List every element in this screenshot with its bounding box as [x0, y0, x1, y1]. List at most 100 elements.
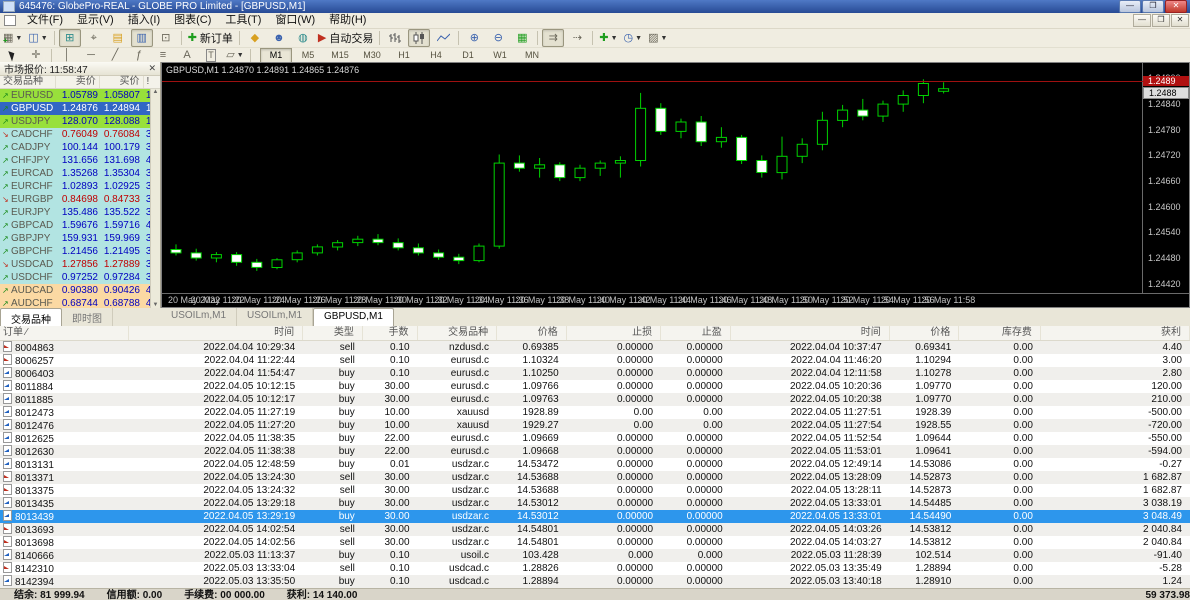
market-watch-row-gbpjpy[interactable]: ↗GBPJPY159.931159.96938 — [0, 232, 160, 245]
navigator-button[interactable]: ▤ — [107, 29, 129, 47]
data-window-button[interactable]: ⌖ — [83, 29, 105, 47]
market-watch-row-gbpusd[interactable]: ↗GBPUSD1.248761.2489418 — [0, 102, 160, 115]
child-minimize-button[interactable]: — — [1133, 14, 1151, 27]
candlestick-button[interactable] — [408, 29, 430, 47]
periods-button[interactable]: ◷▼ — [622, 29, 645, 47]
market-watch-tab-symbols[interactable]: 交易品种 — [0, 308, 62, 326]
market-watch-row-usdjpy[interactable]: ↗USDJPY128.070128.08818 — [0, 115, 160, 128]
terminal-toggle[interactable]: ▥ — [131, 29, 153, 47]
order-row-8013693[interactable]: 80136932022.04.05 14:02:54sell30.00usdza… — [0, 523, 1190, 536]
market-watch-row-eurchf[interactable]: ↗EURCHF1.028931.0292532 — [0, 180, 160, 193]
scroll-up-icon[interactable]: ▲ — [153, 89, 159, 95]
order-row-8013375[interactable]: 80133752022.04.05 13:24:32sell30.00usdza… — [0, 484, 1190, 497]
order-row-8013435[interactable]: 80134352022.04.05 13:29:18buy30.00usdzar… — [0, 497, 1190, 510]
menu-文件F[interactable]: 文件(F) — [20, 13, 70, 28]
market-watch-row-eurjpy[interactable]: ↗EURJPY135.486135.52236 — [0, 206, 160, 219]
zoom-out-button[interactable]: ⊖ — [487, 29, 509, 47]
market-watch-row-eurgbp[interactable]: ↘EURGBP0.846980.8473335 — [0, 193, 160, 206]
orders-col-9[interactable]: 价格 — [890, 326, 960, 340]
col-symbol[interactable]: 交易品种 — [0, 76, 56, 88]
templates-button[interactable]: ▨▼ — [646, 29, 669, 47]
market-watch-row-audcad[interactable]: ↗AUDCAD0.903800.9042646 — [0, 284, 160, 297]
market-watch-row-audchf[interactable]: ↗AUDCHF0.687440.6878844 — [0, 297, 160, 308]
indicators-button[interactable]: ✚▼ — [597, 29, 619, 47]
minimize-button[interactable]: — — [1119, 0, 1141, 13]
market-watch-close-icon[interactable]: ✕ — [148, 63, 156, 74]
profiles-button[interactable]: ◫▼ — [26, 29, 49, 47]
order-row-8012473[interactable]: 80124732022.04.05 11:27:19buy10.00xauusd… — [0, 406, 1190, 419]
chart-plot[interactable]: GBPUSD,M1 1.24870 1.24891 1.24865 1.2487… — [162, 63, 1144, 294]
order-row-8142394[interactable]: 81423942022.05.03 13:35:50buy0.10usdcad.… — [0, 575, 1190, 588]
market-watch-tab-tick-chart[interactable]: 即时图 — [62, 308, 113, 326]
order-row-8012625[interactable]: 80126252022.04.05 11:38:35buy22.00eurusd… — [0, 432, 1190, 445]
menu-工具T[interactable]: 工具(T) — [218, 13, 268, 28]
order-row-8012630[interactable]: 80126302022.04.05 11:38:38buy22.00eurusd… — [0, 445, 1190, 458]
market-watch-toggle[interactable]: ⊞ — [59, 29, 81, 47]
orders-col-5[interactable]: 价格 — [497, 326, 567, 340]
orders-col-11[interactable]: 获利 — [1041, 326, 1190, 340]
market-watch-row-cadchf[interactable]: ↘CADCHF0.760490.7608435 — [0, 128, 160, 141]
market-watch-scrollbar[interactable]: ▲▼ — [150, 89, 160, 308]
market-watch-row-chfjpy[interactable]: ↗CHFJPY131.656131.69842 — [0, 154, 160, 167]
orders-col-0[interactable]: 订单 ∕ — [0, 326, 129, 340]
menu-插入I[interactable]: 插入(I) — [121, 13, 167, 28]
menu-图表C[interactable]: 图表(C) — [167, 13, 218, 28]
chart-shift-toggle[interactable]: ⇢ — [566, 29, 588, 47]
chart-tab-1[interactable]: USOILm,M1 — [237, 308, 313, 326]
orders-col-7[interactable]: 止盈 — [661, 326, 731, 340]
orders-col-8[interactable]: 时间 — [731, 326, 890, 340]
orders-col-3[interactable]: 手数 — [363, 326, 418, 340]
bar-chart-button[interactable] — [384, 29, 406, 47]
order-row-8142310[interactable]: 81423102022.05.03 13:33:04sell0.10usdcad… — [0, 562, 1190, 575]
order-row-8013371[interactable]: 80133712022.04.05 13:24:30sell30.00usdza… — [0, 471, 1190, 484]
market-watch-row-gbpchf[interactable]: ↗GBPCHF1.214561.2149539 — [0, 245, 160, 258]
tile-windows-button[interactable]: ▦ — [511, 29, 533, 47]
experts-button[interactable]: ☻ — [268, 29, 290, 47]
strategy-tester-button[interactable]: ⊡ — [155, 29, 177, 47]
col-ask[interactable]: 买价 — [100, 76, 144, 88]
menu-窗口W[interactable]: 窗口(W) — [268, 13, 322, 28]
child-close-button[interactable]: ✕ — [1171, 14, 1189, 27]
child-restore-button[interactable]: ❐ — [1152, 14, 1170, 27]
market-watch-row-eurusd[interactable]: ↗EURUSD1.057891.0580718 — [0, 89, 160, 102]
new-chart-button[interactable]: ▦+▼ — [1, 29, 24, 47]
line-chart-button[interactable] — [432, 29, 454, 47]
col-spread[interactable]: ! — [144, 76, 161, 88]
orders-col-10[interactable]: 库存费 — [959, 326, 1041, 340]
order-row-8011885[interactable]: 80118852022.04.05 10:12:17buy30.00eurusd… — [0, 393, 1190, 406]
autotrading-button[interactable]: ▶自动交易 — [316, 29, 375, 47]
order-row-8006257[interactable]: 80062572022.04.04 11:22:44sell0.10eurusd… — [0, 354, 1190, 367]
market-watch-row-eurcad[interactable]: ↗EURCAD1.352681.3530436 — [0, 167, 160, 180]
market-watch-row-cadjpy[interactable]: ↗CADJPY100.144100.17935 — [0, 141, 160, 154]
orders-col-1[interactable]: 时间 — [129, 326, 303, 340]
menu-帮助H[interactable]: 帮助(H) — [322, 13, 373, 28]
order-row-8140666[interactable]: 81406662022.05.03 11:13:37buy0.10usoil.c… — [0, 549, 1190, 562]
order-row-8013131[interactable]: 80131312022.04.05 12:48:59buy0.01usdzar.… — [0, 458, 1190, 471]
restore-button[interactable]: ❐ — [1142, 0, 1164, 13]
orders-col-6[interactable]: 止损 — [567, 326, 661, 340]
auto-scroll-toggle[interactable]: ⇉ — [542, 29, 564, 47]
market-watch-row-usdchf[interactable]: ↗USDCHF0.972520.9728432 — [0, 271, 160, 284]
order-row-8011884[interactable]: 80118842022.04.05 10:12:15buy30.00eurusd… — [0, 380, 1190, 393]
orders-col-2[interactable]: 类型 — [303, 326, 363, 340]
order-row-8013439[interactable]: 80134392022.04.05 13:29:19buy30.00usdzar… — [0, 510, 1190, 523]
time-axis[interactable]: 20 May 202220 May 11:2220 May 11:2420 Ma… — [162, 293, 1189, 307]
close-button[interactable]: ✕ — [1165, 0, 1187, 13]
metaeditor-button[interactable]: ◆ — [244, 29, 266, 47]
price-axis[interactable]: 1.249001.248401.247801.247201.246601.246… — [1142, 63, 1189, 294]
order-row-8004863[interactable]: 80048632022.04.04 10:29:34sell0.10nzdusd… — [0, 341, 1190, 354]
zoom-in-button[interactable]: ⊕ — [463, 29, 485, 47]
orders-col-4[interactable]: 交易品种 — [418, 326, 498, 340]
market-watch-row-usdcad[interactable]: ↘USDCAD1.278561.2788933 — [0, 258, 160, 271]
order-row-8013698[interactable]: 80136982022.04.05 14:02:56sell30.00usdza… — [0, 536, 1190, 549]
order-cell: -720.00 — [1041, 419, 1190, 432]
order-row-8006403[interactable]: 80064032022.04.04 11:54:47buy0.10eurusd.… — [0, 367, 1190, 380]
menu-显示V[interactable]: 显示(V) — [70, 13, 121, 28]
chart-tab-2[interactable]: GBPUSD,M1 — [313, 308, 394, 326]
community-button[interactable]: ◍ — [292, 29, 314, 47]
market-watch-row-gbpcad[interactable]: ↗GBPCAD1.596761.5971640 — [0, 219, 160, 232]
chart-tab-0[interactable]: USOILm,M1 — [161, 308, 237, 326]
col-bid[interactable]: 卖价 — [56, 76, 100, 88]
order-row-8012476[interactable]: 80124762022.04.05 11:27:20buy10.00xauusd… — [0, 419, 1190, 432]
new-order-button[interactable]: ✚新订单 — [186, 29, 235, 47]
